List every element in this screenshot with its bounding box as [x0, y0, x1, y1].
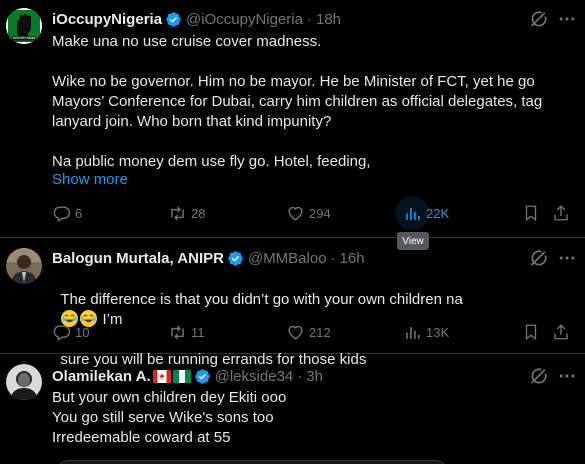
reply-count: 6: [75, 205, 83, 221]
bookmark-icon[interactable]: [522, 204, 540, 222]
grok-icon[interactable]: [529, 366, 549, 386]
tweet-header: iOccupyNigeria @iOccupyNigeria · 18h: [52, 9, 341, 29]
like-button[interactable]: 212: [286, 322, 331, 342]
avatar-MMBaloo[interactable]: [6, 248, 42, 284]
repost-button[interactable]: 11: [168, 322, 205, 342]
views-count: 13K: [426, 324, 450, 340]
author-name[interactable]: iOccupyNigeria: [52, 11, 162, 28]
profile-photo: [6, 364, 42, 400]
like-button[interactable]: 294: [286, 203, 331, 223]
like-count: 294: [309, 205, 331, 221]
repost-icon: [171, 325, 184, 339]
more-options-icon[interactable]: [557, 366, 577, 386]
repost-count: 28: [191, 205, 206, 221]
tweet-header: Olamilekan A. @lekside34 · 3h: [52, 366, 323, 386]
more-options-icon[interactable]: [557, 9, 577, 29]
reply-count: 10: [75, 324, 90, 340]
verified-badge-icon: [228, 250, 243, 266]
tweet-text: But your own children dey Ekiti ooo You …: [52, 389, 287, 446]
verified-badge-icon: [166, 11, 181, 27]
nigeria-flag-icon: [172, 369, 191, 383]
repost-button[interactable]: 28: [168, 203, 205, 223]
tweet-header: Balogun Murtala, ANIPR @MMBaloo · 16h: [52, 248, 365, 268]
separator-dot: ·: [330, 249, 336, 267]
avatar-logo-text: OCCUPY NIGERIA: [13, 37, 35, 40]
verified-badge-icon: [194, 368, 210, 384]
heart-icon: [288, 325, 303, 340]
grok-icon[interactable]: [529, 248, 549, 268]
views-chart-icon: [406, 326, 420, 339]
separator-dot: ·: [306, 10, 312, 28]
views-button[interactable]: 22K: [403, 203, 449, 223]
separator-dot: ·: [297, 367, 303, 385]
repost-count: 11: [191, 324, 205, 340]
views-chart-icon: [406, 207, 420, 220]
like-count: 212: [309, 324, 331, 340]
timestamp[interactable]: 3h: [306, 368, 323, 385]
reply-button[interactable]: 10: [52, 322, 89, 342]
timestamp[interactable]: 18h: [316, 11, 341, 28]
avatar-iOccupyNigeria[interactable]: OCCUPY NIGERIA: [6, 8, 42, 44]
bookmark-icon[interactable]: [522, 323, 540, 341]
share-icon[interactable]: [552, 204, 570, 222]
repost-icon: [171, 206, 184, 220]
canada-flag-icon: [152, 369, 171, 383]
views-count: 22K: [426, 205, 450, 221]
views-button[interactable]: 13K: [403, 322, 449, 342]
share-icon[interactable]: [552, 323, 570, 341]
avatar-lekside34[interactable]: [6, 364, 42, 400]
author-handle[interactable]: @lekside34: [215, 368, 294, 385]
grok-icon[interactable]: [529, 9, 549, 29]
show-more-link[interactable]: Show more: [52, 171, 128, 188]
heart-icon: [288, 206, 303, 221]
reply-icon: [53, 324, 71, 341]
tweet-text-part: The difference is that you didn’t go wit…: [60, 291, 463, 308]
reply-icon: [53, 205, 71, 222]
timestamp[interactable]: 16h: [340, 250, 365, 267]
profile-photo: [6, 248, 42, 284]
author-name[interactable]: Olamilekan A.: [52, 368, 151, 385]
tweet-1[interactable]: OCCUPY NIGERIA iOccupyNigeria @iOccupyNi…: [0, 0, 585, 238]
embedded-media-card[interactable]: [56, 460, 448, 464]
tweet-text-part: I’m: [98, 311, 123, 328]
more-options-icon[interactable]: [557, 248, 577, 268]
tweet-text: Make una no use cruise cover madness. Wi…: [52, 33, 543, 170]
reply-button[interactable]: 6: [52, 203, 82, 223]
author-name[interactable]: Balogun Murtala, ANIPR: [52, 250, 224, 267]
author-handle[interactable]: @MMBaloo: [248, 250, 327, 267]
author-handle[interactable]: @iOccupyNigeria: [186, 11, 303, 28]
